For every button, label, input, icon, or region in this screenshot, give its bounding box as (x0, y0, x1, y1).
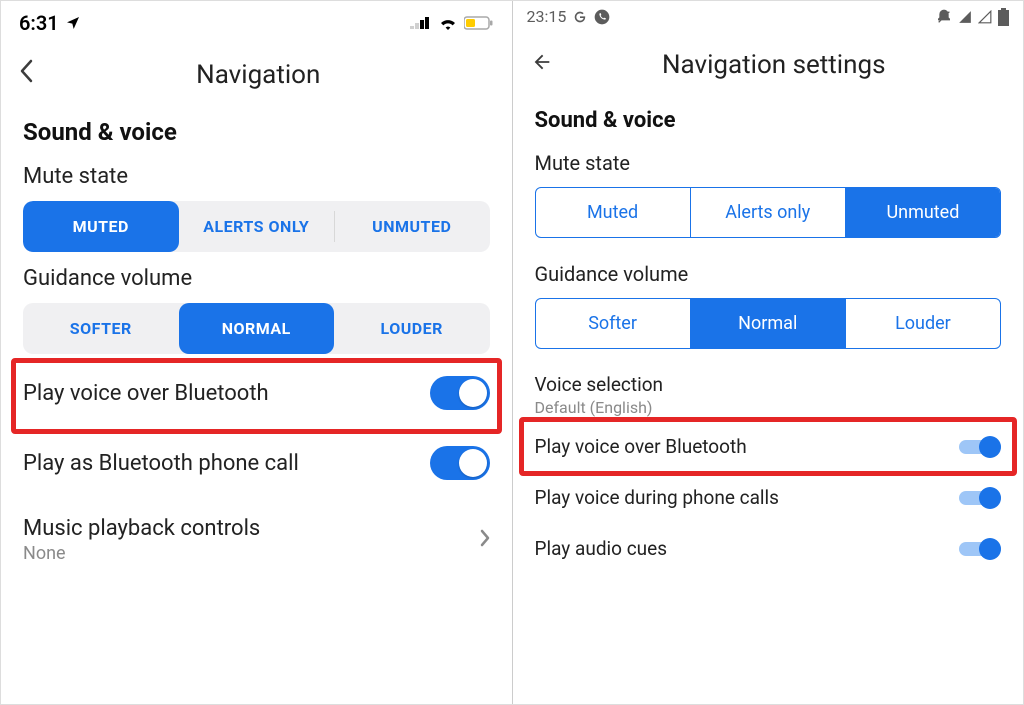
guidance-louder[interactable]: LOUDER (334, 303, 490, 354)
play-voice-bluetooth-row[interactable]: Play voice over Bluetooth (1, 358, 512, 428)
section-sound-voice: Sound & voice (513, 90, 1024, 141)
play-audio-cues-label: Play audio cues (535, 537, 668, 560)
page-title: Navigation settings (583, 50, 966, 80)
play-voice-phone-calls-switch[interactable] (959, 487, 1001, 509)
battery-icon (464, 16, 494, 30)
back-button[interactable] (531, 50, 553, 80)
music-playback-sub: None (23, 543, 260, 564)
status-left: 6:31 (19, 11, 81, 35)
guidance-volume-segment: SOFTER NORMAL LOUDER (23, 303, 490, 354)
mute-state-unmuted[interactable]: Unmuted (845, 188, 1000, 237)
mute-state-label: Mute state (513, 141, 1024, 183)
ios-status-bar: 6:31 (1, 1, 512, 41)
mute-state-segment: Muted Alerts only Unmuted (535, 187, 1002, 238)
page-title: Navigation (63, 60, 454, 90)
guidance-normal[interactable]: NORMAL (179, 303, 335, 354)
play-bt-phone-call-label: Play as Bluetooth phone call (23, 451, 299, 476)
music-playback-label: Music playback controls (23, 516, 260, 541)
voice-selection-value: Default (English) (535, 398, 1002, 417)
play-audio-cues-row[interactable]: Play audio cues (513, 523, 1024, 574)
guidance-volume-label: Guidance volume (1, 256, 512, 299)
play-voice-bluetooth-switch[interactable] (430, 376, 490, 410)
music-playback-text: Music playback controls None (23, 516, 260, 564)
voice-selection-row[interactable]: Voice selection Default (English) (513, 363, 1024, 421)
status-time: 6:31 (19, 11, 59, 35)
android-status-left: 23:15 (527, 7, 611, 26)
signal-icon (958, 10, 972, 24)
mute-state-muted[interactable]: MUTED (23, 201, 179, 252)
phone-icon (594, 9, 610, 25)
location-icon (65, 15, 81, 31)
play-voice-bluetooth-label: Play voice over Bluetooth (535, 435, 747, 458)
android-status-right (936, 8, 1009, 26)
play-voice-bluetooth-row[interactable]: Play voice over Bluetooth (513, 421, 1024, 472)
status-right (410, 16, 494, 30)
chevron-right-icon (480, 528, 490, 553)
mute-state-unmuted[interactable]: UNMUTED (334, 201, 490, 252)
guidance-softer[interactable]: SOFTER (23, 303, 179, 354)
guidance-louder[interactable]: Louder (845, 299, 1000, 348)
guidance-volume-segment: Softer Normal Louder (535, 298, 1002, 349)
google-icon (572, 9, 588, 25)
ios-pane: 6:31 Navigation Sound & voice Mute state… (1, 1, 513, 704)
wifi-icon (438, 16, 458, 30)
play-bt-phone-call-switch[interactable] (430, 446, 490, 480)
android-pane: 23:15 Navigation settings Sound & voice … (513, 1, 1024, 704)
cellular-icon (410, 16, 432, 30)
mute-state-alerts-only[interactable]: Alerts only (690, 188, 845, 237)
battery-android-icon (998, 8, 1009, 26)
play-bt-phone-call-row[interactable]: Play as Bluetooth phone call (1, 428, 512, 498)
play-voice-phone-calls-label: Play voice during phone calls (535, 486, 779, 509)
section-sound-voice: Sound & voice (1, 100, 512, 154)
android-status-time: 23:15 (527, 7, 567, 26)
play-voice-bluetooth-label: Play voice over Bluetooth (23, 381, 269, 406)
mute-state-alerts-only[interactable]: ALERTS ONLY (179, 201, 335, 252)
back-button[interactable] (19, 59, 33, 90)
android-header: Navigation settings (513, 32, 1024, 90)
signal2-icon (978, 10, 992, 24)
mute-state-label: Mute state (1, 154, 512, 197)
mute-state-segment: MUTED ALERTS ONLY UNMUTED (23, 201, 490, 252)
guidance-volume-label: Guidance volume (513, 252, 1024, 294)
play-bt-wrapper: Play voice over Bluetooth (513, 421, 1024, 472)
voice-selection-label: Voice selection (535, 373, 1002, 396)
ios-header: Navigation (1, 41, 512, 100)
play-audio-cues-switch[interactable] (959, 538, 1001, 560)
play-bt-wrapper: Play voice over Bluetooth (1, 358, 512, 428)
mute-state-muted[interactable]: Muted (536, 188, 690, 237)
android-status-bar: 23:15 (513, 1, 1024, 32)
play-voice-bluetooth-switch[interactable] (959, 436, 1001, 458)
guidance-normal[interactable]: Normal (690, 299, 845, 348)
guidance-softer[interactable]: Softer (536, 299, 690, 348)
mute-icon (936, 9, 952, 25)
music-playback-row[interactable]: Music playback controls None (1, 498, 512, 582)
play-voice-phone-calls-row[interactable]: Play voice during phone calls (513, 472, 1024, 523)
